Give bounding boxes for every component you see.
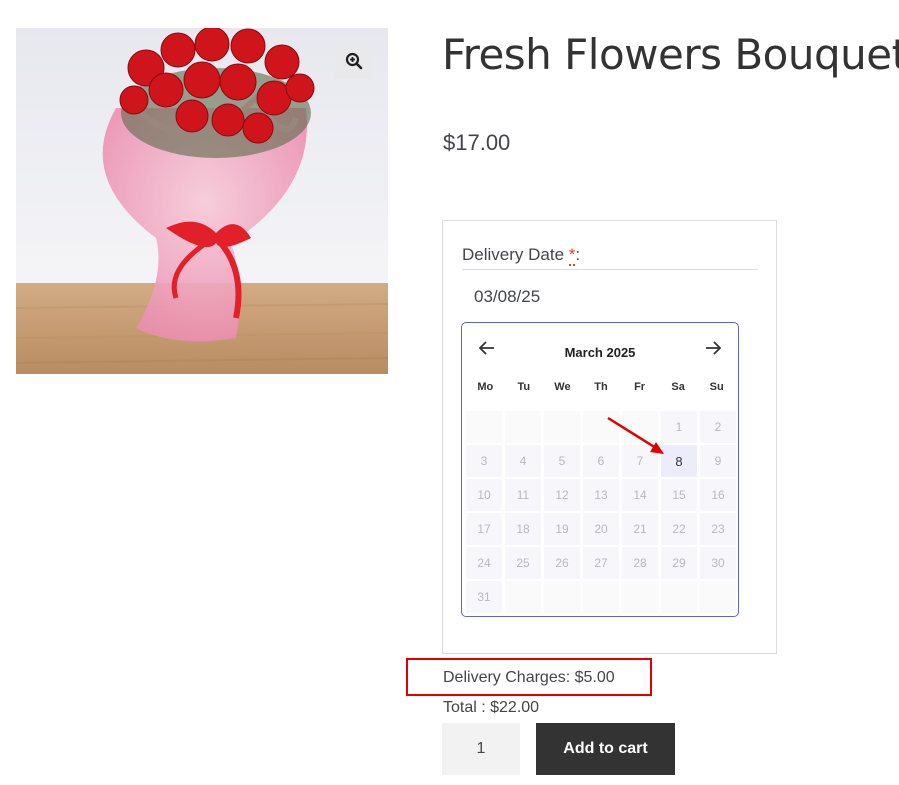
product-price: $17.00 xyxy=(443,130,511,155)
calendar-day[interactable]: 13 xyxy=(583,479,619,511)
calendar-day[interactable]: 29 xyxy=(661,547,697,579)
calendar-day[interactable]: 16 xyxy=(700,479,736,511)
next-month-button[interactable] xyxy=(702,337,724,359)
order-total: Total : $22.00 xyxy=(443,699,540,716)
label-divider xyxy=(462,269,758,270)
calendar-days-grid: 1 2 3 4 5 6 7 8 9 10 11 12 13 14 15 16 17 18 19 20 21 22 23 24 2… xyxy=(466,411,736,613)
weekday-header: Th xyxy=(594,381,608,393)
arrow-right-icon xyxy=(706,341,722,355)
add-to-cart-button[interactable]: Add to cart xyxy=(536,723,675,775)
calendar-day[interactable]: 30 xyxy=(700,547,736,579)
calendar-day[interactable]: 4 xyxy=(505,445,541,477)
calendar-day[interactable]: 14 xyxy=(622,479,658,511)
calendar-blank-cell xyxy=(583,411,619,443)
calendar-day[interactable]: 1 xyxy=(661,411,697,443)
calendar-day[interactable]: 12 xyxy=(544,479,580,511)
weekday-header: Fr xyxy=(634,381,646,393)
calendar-day[interactable]: 9 xyxy=(700,445,736,477)
product-image[interactable] xyxy=(16,28,388,374)
weekday-header: Sa xyxy=(671,381,685,393)
calendar-header: March 2025 xyxy=(462,323,738,373)
calendar-day[interactable]: 23 xyxy=(700,513,736,545)
calendar-day-selected[interactable]: 8 xyxy=(661,445,697,477)
label-colon: : xyxy=(575,245,581,264)
calendar-month-label: March 2025 xyxy=(564,345,636,360)
calendar-day[interactable]: 2 xyxy=(700,411,736,443)
zoom-button[interactable] xyxy=(335,42,372,79)
calendar-day[interactable]: 11 xyxy=(505,479,541,511)
delivery-charges: Delivery Charges: $5.00 xyxy=(443,669,615,686)
quantity-input[interactable] xyxy=(442,723,520,775)
calendar-day[interactable]: 31 xyxy=(466,581,502,613)
calendar-day[interactable]: 28 xyxy=(622,547,658,579)
calendar-blank-cell xyxy=(700,581,736,613)
calendar-blank-cell xyxy=(661,581,697,613)
calendar-blank-cell xyxy=(505,581,541,613)
calendar-blank-cell xyxy=(544,581,580,613)
calendar-blank-cell xyxy=(622,411,658,443)
product-title: Fresh Flowers Bouquet xyxy=(442,30,899,79)
calendar-day[interactable]: 17 xyxy=(466,513,502,545)
calendar-day[interactable]: 15 xyxy=(661,479,697,511)
calendar-day[interactable]: 3 xyxy=(466,445,502,477)
calendar-blank-cell xyxy=(505,411,541,443)
calendar-day[interactable]: 7 xyxy=(622,445,658,477)
weekday-header: Mo xyxy=(477,381,494,393)
calendar-day[interactable]: 18 xyxy=(505,513,541,545)
weekday-header: We xyxy=(554,381,571,393)
calendar-day[interactable]: 25 xyxy=(505,547,541,579)
calendar-day[interactable]: 10 xyxy=(466,479,502,511)
bouquet-image xyxy=(16,28,388,374)
calendar-day[interactable]: 26 xyxy=(544,547,580,579)
calendar-weekdays: Mo Tu We Th Fr Sa Su xyxy=(466,381,736,393)
calendar-blank-cell xyxy=(583,581,619,613)
delivery-date-section: Delivery Date *: March 2025 Mo Tu We Th Fr Sa… xyxy=(442,220,777,654)
calendar-day[interactable]: 21 xyxy=(622,513,658,545)
calendar-day[interactable]: 20 xyxy=(583,513,619,545)
zoom-in-icon xyxy=(345,52,362,69)
calendar-day[interactable]: 19 xyxy=(544,513,580,545)
calendar-blank-cell xyxy=(544,411,580,443)
delivery-date-label: Delivery Date *: xyxy=(462,245,581,266)
calendar-day[interactable]: 22 xyxy=(661,513,697,545)
delivery-date-label-text: Delivery Date xyxy=(462,245,569,264)
calendar-day[interactable]: 24 xyxy=(466,547,502,579)
date-picker-calendar: March 2025 Mo Tu We Th Fr Sa Su 1 2 3 4 5 6 7 8 9 10 11 1… xyxy=(461,322,739,617)
calendar-day[interactable]: 5 xyxy=(544,445,580,477)
calendar-blank-cell xyxy=(622,581,658,613)
weekday-header: Su xyxy=(709,381,724,393)
calendar-day[interactable]: 6 xyxy=(583,445,619,477)
calendar-blank-cell xyxy=(466,411,502,443)
calendar-day[interactable]: 27 xyxy=(583,547,619,579)
weekday-header: Tu xyxy=(517,381,531,393)
delivery-date-input[interactable] xyxy=(462,279,758,315)
